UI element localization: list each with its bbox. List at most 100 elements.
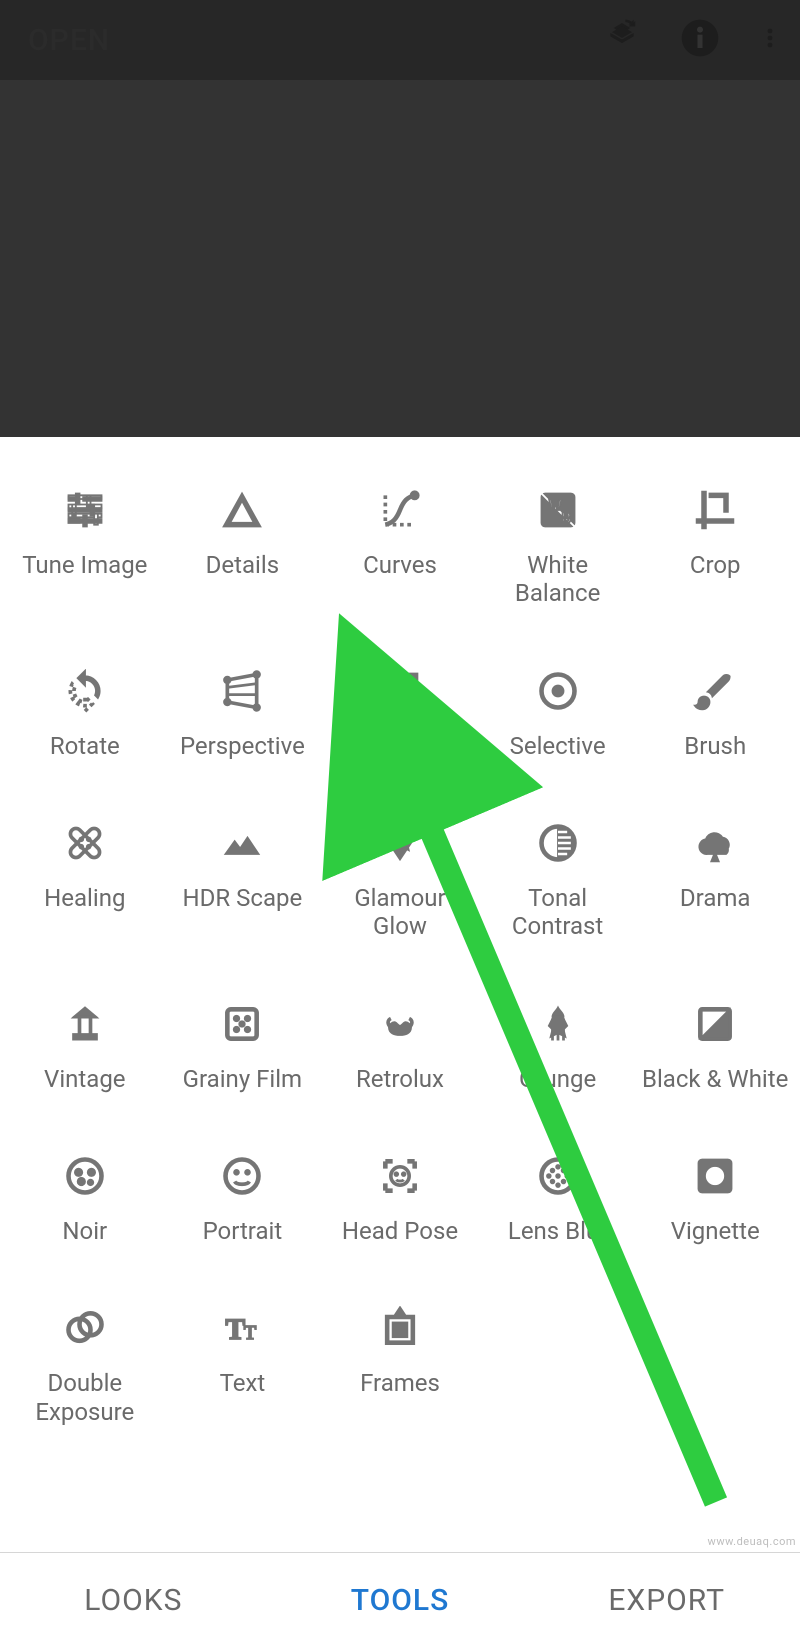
drama-icon [690,818,740,868]
tool-label: Tune Image [22,551,147,579]
tool-label: HDR Scape [183,884,303,912]
tool-portrait[interactable]: Portrait [164,1151,322,1245]
perspective-icon [217,666,267,716]
tool-label: Crop [690,551,741,579]
tool-label: Rotate [50,732,120,760]
double-exposure-icon [60,1303,110,1353]
undo-layers-icon[interactable] [602,18,642,62]
selective-icon [533,666,583,716]
tool-hdr-scape[interactable]: HDR Scape [164,818,322,941]
tool-vignette[interactable]: Vignette [636,1151,794,1245]
tool-crop[interactable]: Crop [636,485,794,608]
tool-label: Vintage [44,1065,125,1093]
tool-label: Text [220,1369,266,1397]
frames-icon [375,1303,425,1353]
top-actions [602,18,782,62]
tool-label: Glamour Glow [325,884,475,941]
tonal-contrast-icon [533,818,583,868]
tool-label: Details [206,551,279,579]
tool-drama[interactable]: Drama [636,818,794,941]
open-button[interactable]: OPEN [28,23,110,58]
tool-label: Expand [361,732,440,760]
tool-label: Noir [62,1217,107,1245]
tool-grainy-film[interactable]: Grainy Film [164,999,322,1093]
bottom-nav: LOOKS TOOLS EXPORT [0,1552,800,1648]
tool-frames[interactable]: Frames [321,1303,479,1426]
grunge-icon [533,999,583,1049]
text-icon: TT [217,1303,267,1353]
tool-label: Head Pose [342,1217,458,1245]
tool-noir[interactable]: Noir [6,1151,164,1245]
tool-double-exposure[interactable]: Double Exposure [6,1303,164,1426]
tool-label: Healing [44,884,125,912]
tool-vintage[interactable]: Vintage [6,999,164,1093]
tools-panel: Tune Image Details Curves WB White Balance Cr… [0,437,800,1456]
tool-tonal-contrast[interactable]: Tonal Contrast [479,818,637,941]
tool-expand[interactable]: Expand [321,666,479,760]
tool-details[interactable]: Details [164,485,322,608]
tool-black-white[interactable]: Black & White [636,999,794,1093]
head-pose-icon [375,1151,425,1201]
tool-label: Double Exposure [10,1369,160,1426]
tool-label: Brush [684,732,746,760]
rotate-icon [60,666,110,716]
tool-glamour-glow[interactable]: Glamour Glow [321,818,479,941]
details-icon [217,485,267,535]
tool-label: Portrait [203,1217,283,1245]
tool-label: Drama [680,884,751,912]
tool-healing[interactable]: Healing [6,818,164,941]
crop-icon [690,485,740,535]
tool-white-balance[interactable]: WB White Balance [479,485,637,608]
tool-rotate[interactable]: Rotate [6,666,164,760]
hdr-scape-icon [217,818,267,868]
svg-text:W: W [548,496,561,514]
watermark: www.deuaq.com [708,1535,796,1548]
tune-image-icon [60,485,110,535]
tool-label: Selective [510,732,606,760]
healing-icon [60,818,110,868]
portrait-icon [217,1151,267,1201]
tool-brush[interactable]: Brush [636,666,794,760]
info-icon[interactable] [680,18,720,62]
tool-label: Grainy Film [183,1065,302,1093]
tool-label: White Balance [483,551,633,608]
tool-label: Lens Blur [508,1217,607,1245]
noir-icon [60,1151,110,1201]
vignette-icon [690,1151,740,1201]
tool-text[interactable]: TT Text [164,1303,322,1426]
svg-text:T: T [244,1322,256,1344]
expand-icon [375,666,425,716]
tool-perspective[interactable]: Perspective [164,666,322,760]
svg-text:B: B [561,509,570,527]
tool-grunge[interactable]: Grunge [479,999,637,1093]
tool-selective[interactable]: Selective [479,666,637,760]
black-white-icon [690,999,740,1049]
tool-head-pose[interactable]: Head Pose [321,1151,479,1245]
tool-tune-image[interactable]: Tune Image [6,485,164,608]
tool-label: Black & White [642,1065,788,1093]
tool-retrolux[interactable]: Retrolux [321,999,479,1093]
vintage-icon [60,999,110,1049]
tab-tools[interactable]: TOOLS [267,1553,534,1648]
tool-label: Tonal Contrast [483,884,633,941]
tool-curves[interactable]: Curves [321,485,479,608]
retrolux-icon [375,999,425,1049]
tool-label: Perspective [180,732,305,760]
top-bar: OPEN [0,0,800,80]
svg-text:T: T [226,1314,246,1346]
tab-export[interactable]: EXPORT [533,1553,800,1648]
white-balance-icon: WB [533,485,583,535]
tab-looks[interactable]: LOOKS [0,1553,267,1648]
tool-label: Vignette [671,1217,760,1245]
tool-label: Curves [363,551,437,579]
grainy-film-icon [217,999,267,1049]
canvas-area: OPEN [0,0,800,437]
tool-label: Retrolux [356,1065,444,1093]
curves-icon [375,485,425,535]
more-menu-icon[interactable] [758,18,782,62]
brush-icon [690,666,740,716]
tool-label: Grunge [519,1065,596,1093]
lens-blur-icon [533,1151,583,1201]
tool-lens-blur[interactable]: Lens Blur [479,1151,637,1245]
glamour-glow-icon [375,818,425,868]
